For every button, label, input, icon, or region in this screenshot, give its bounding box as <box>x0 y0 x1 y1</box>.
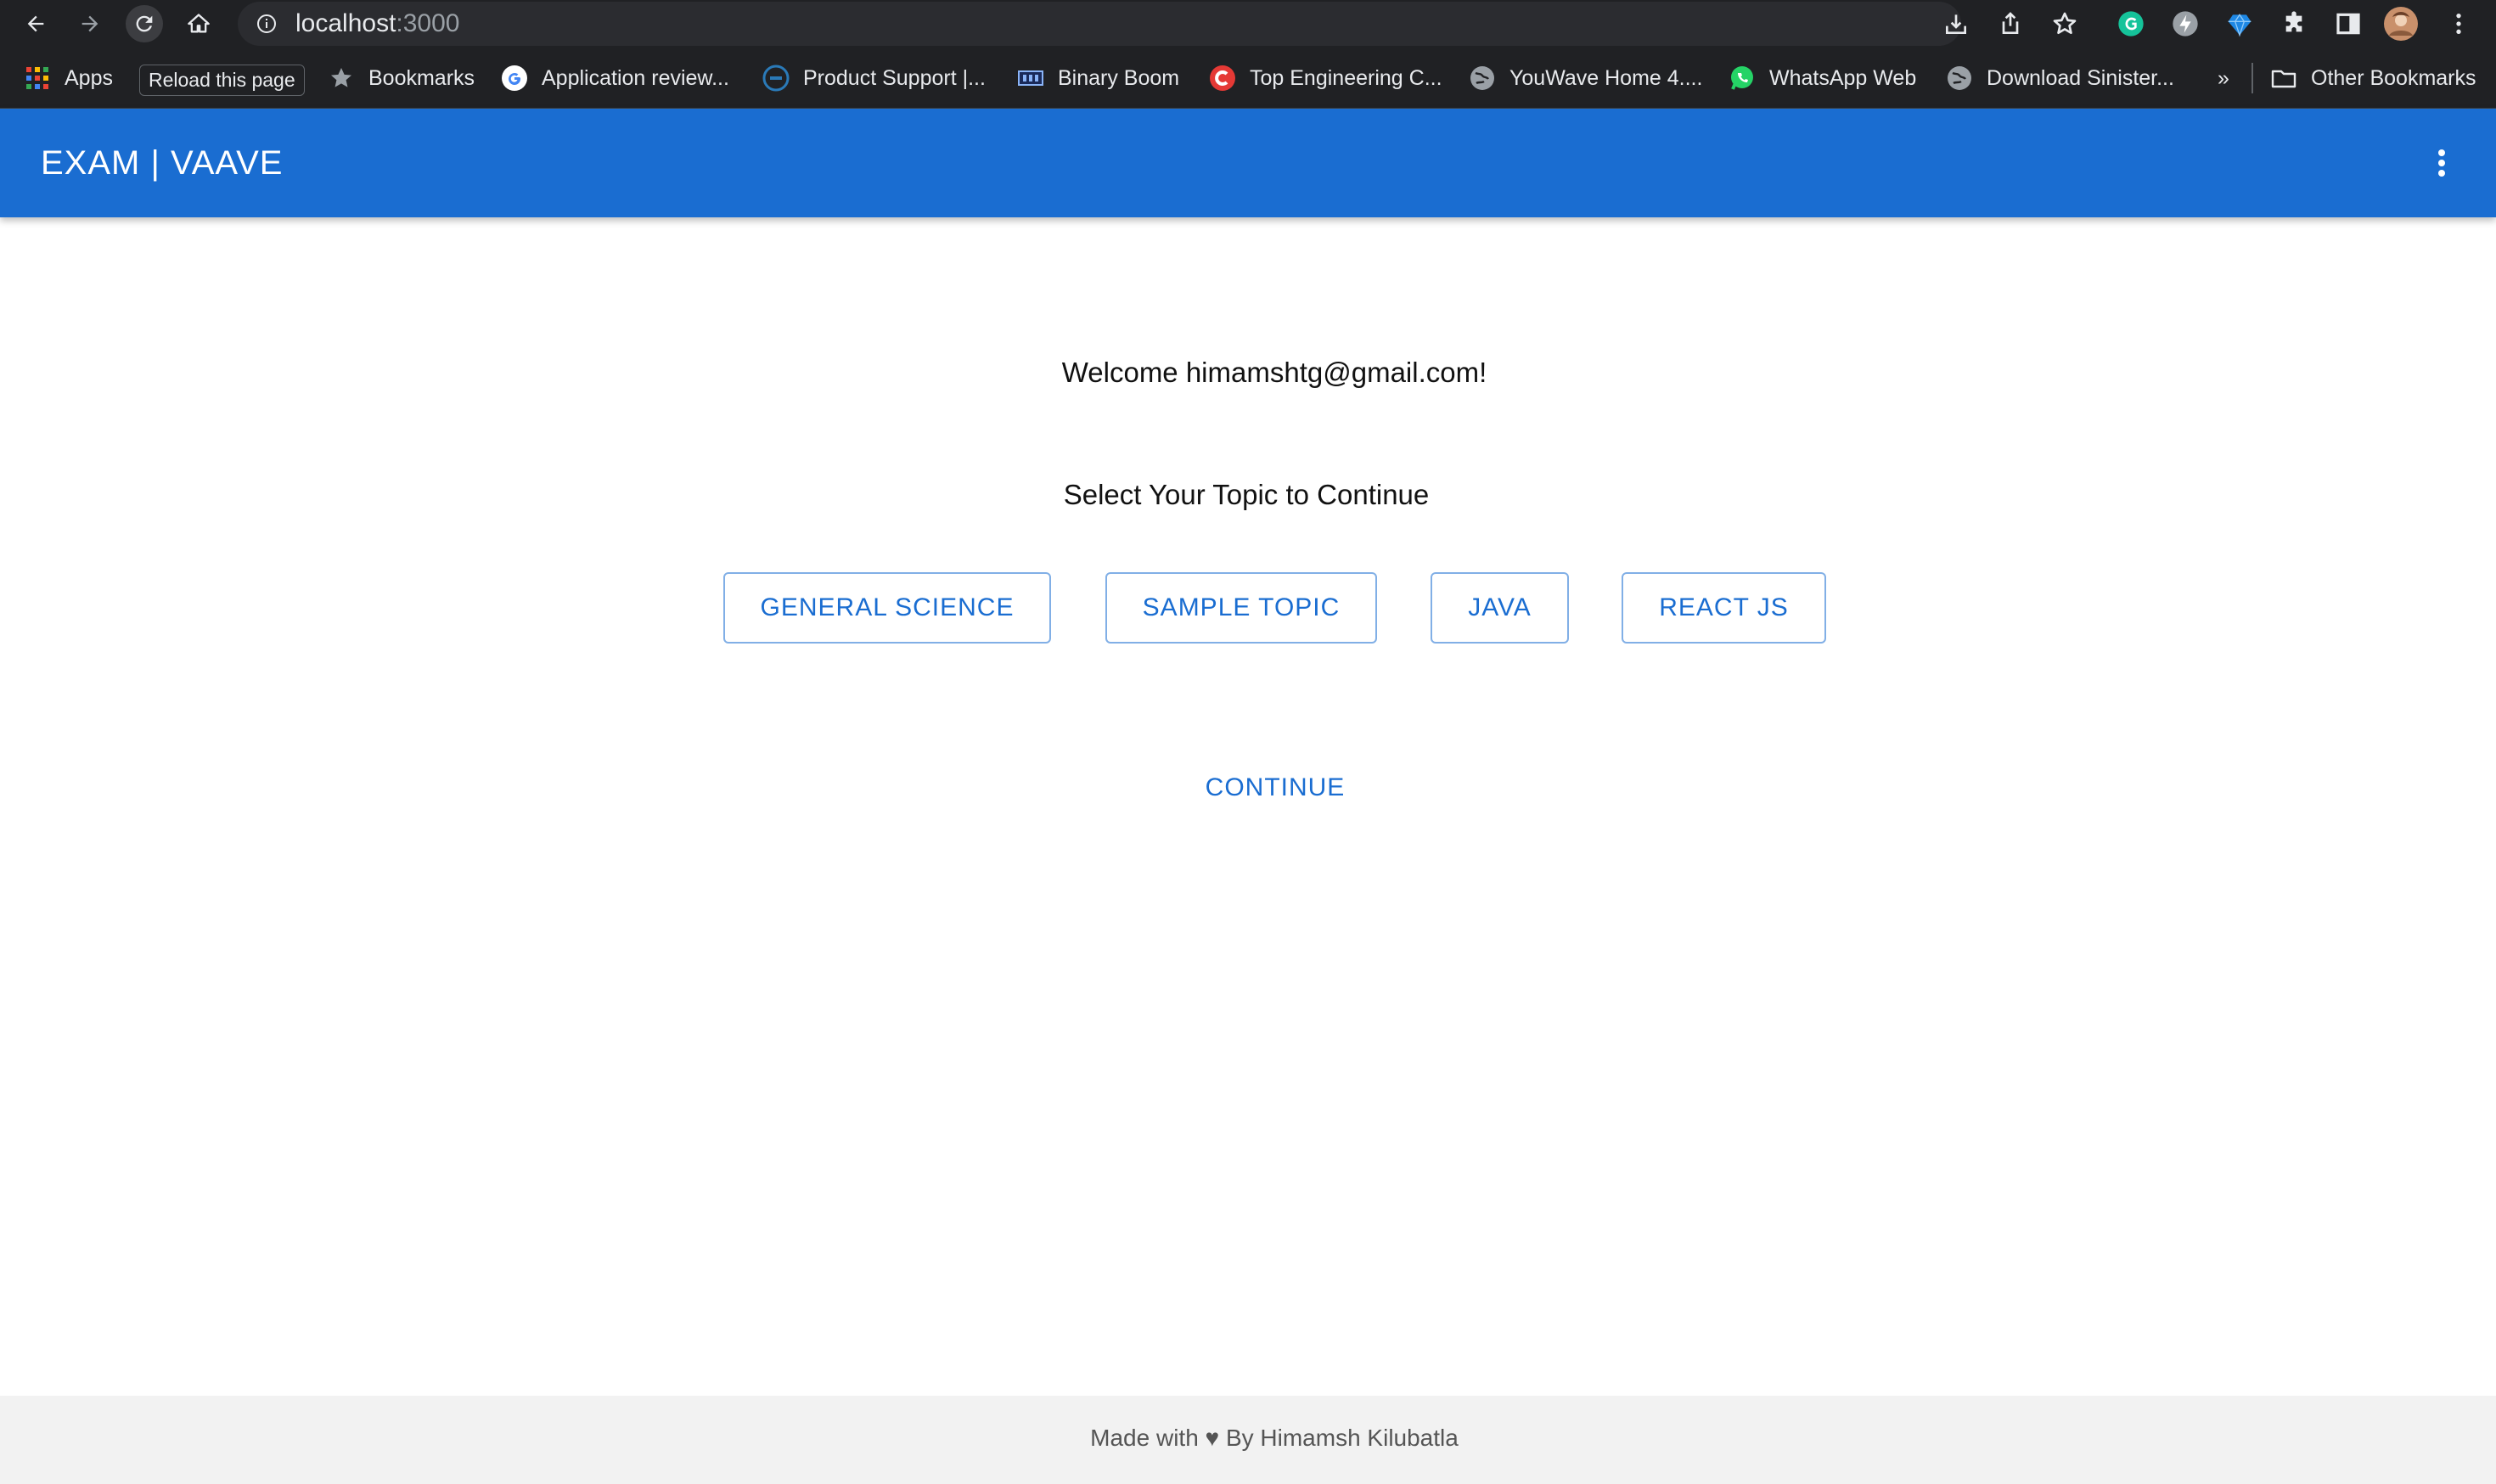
folder-icon <box>2271 70 2296 88</box>
bookmark-product-support-label: Product Support |... <box>803 65 986 90</box>
bookmark-binary-boom[interactable]: Binary Boom <box>1017 59 1179 97</box>
bolt-extension[interactable] <box>2168 7 2202 41</box>
diamond-extension[interactable] <box>2223 7 2257 41</box>
share-button[interactable] <box>1993 7 2027 41</box>
welcome-message: Welcome himamshtg@gmail.com! <box>1061 357 1487 388</box>
avatar <box>2384 7 2418 41</box>
bookmark-apps-label: Apps <box>65 65 113 90</box>
continue-button[interactable]: CONTINUE <box>1175 754 1375 822</box>
profile-button[interactable] <box>2384 7 2418 41</box>
overflow-chevron-icon: » <box>2218 65 2229 90</box>
bookmarks-divider <box>2251 63 2253 93</box>
url-port: :3000 <box>396 9 460 37</box>
home-icon <box>188 14 210 33</box>
diamond-extension-icon <box>2228 14 2251 37</box>
bookmark-whatsapp-label: WhatsApp Web <box>1769 65 1917 90</box>
bookmark-youwave[interactable]: YouWave Home 4.... <box>1469 59 1702 97</box>
back-arrow-icon <box>27 15 44 32</box>
forward-button[interactable] <box>71 5 109 42</box>
grammarly-icon <box>2118 11 2144 37</box>
share-icon <box>2002 12 2019 34</box>
whatsapp-icon <box>1731 66 1753 90</box>
bookmark-apps[interactable]: Apps <box>24 59 113 97</box>
home-button[interactable] <box>180 5 217 42</box>
app-title: EXAM | VAAVE <box>41 144 284 182</box>
back-button[interactable] <box>17 5 54 42</box>
bookmarks-bar: Apps Bookmarks Application review... Pro… <box>0 48 2496 109</box>
puzzle-icon <box>2285 11 2302 32</box>
bookmark-other-bookmarks[interactable]: Other Bookmarks <box>2270 59 2476 97</box>
bookmark-application-review[interactable]: Application review... <box>501 59 729 97</box>
bookmark-other-bookmarks-label: Other Bookmarks <box>2311 65 2476 90</box>
address-bar[interactable]: localhost:3000 <box>238 2 1961 46</box>
topic-button-sample-topic[interactable]: SAMPLE TOPIC <box>1105 572 1377 644</box>
topic-prompt: Select Your Topic to Continue <box>1063 479 1430 510</box>
red-c-logo-icon <box>1210 65 1235 91</box>
bookmark-binary-boom-label: Binary Boom <box>1058 65 1180 90</box>
browser-toolbar: localhost:3000 <box>0 0 2496 48</box>
star-icon <box>331 68 351 87</box>
bookmark-top-engineering[interactable]: Top Engineering C... <box>1209 59 1442 97</box>
grammarly-extension[interactable] <box>2114 7 2148 41</box>
side-panel-button[interactable] <box>2331 7 2365 41</box>
topic-button-general-science[interactable]: GENERAL SCIENCE <box>723 572 1051 644</box>
install-button[interactable] <box>1939 7 1973 41</box>
footer: Made with ♥ By Himamsh Kilubatla <box>0 1396 2496 1484</box>
dell-logo-icon <box>762 65 790 92</box>
side-panel-icon <box>2336 13 2360 35</box>
browser-menu-button[interactable] <box>2442 7 2476 41</box>
reload-icon <box>136 15 153 32</box>
reload-tooltip: Reload this page <box>139 65 305 96</box>
bolt-extension-icon <box>2173 11 2198 37</box>
app-header: EXAM | VAAVE <box>0 109 2496 217</box>
binary-boom-icon <box>1018 70 1043 86</box>
app-menu-button[interactable] <box>2421 143 2462 183</box>
vertical-dots-icon <box>2438 149 2445 177</box>
bookmark-bookmarks[interactable]: Bookmarks <box>328 59 475 97</box>
bookmark-download-sinister[interactable]: Download Sinister... <box>1946 59 2174 97</box>
forward-arrow-icon <box>82 15 98 32</box>
bookmark-application-review-label: Application review... <box>542 65 729 90</box>
reload-button[interactable] <box>126 5 163 42</box>
bookmark-whatsapp[interactable]: WhatsApp Web <box>1729 59 1916 97</box>
bookmark-star-button[interactable] <box>2048 7 2082 41</box>
bookmark-download-sinister-label: Download Sinister... <box>1987 65 2174 90</box>
info-icon[interactable] <box>256 14 277 34</box>
star-icon <box>2053 12 2077 34</box>
install-icon <box>1946 14 1966 34</box>
extensions-button[interactable] <box>2277 7 2311 41</box>
url-host: localhost <box>295 9 396 37</box>
topic-button-java[interactable]: JAVA <box>1431 572 1569 644</box>
bookmarks-overflow-button[interactable]: » <box>2218 59 2229 97</box>
globe-icon <box>1948 66 1971 90</box>
bookmark-bookmarks-label: Bookmarks <box>368 65 475 90</box>
apps-grid-icon <box>26 67 48 89</box>
footer-text: Made with ♥ By Himamsh Kilubatla <box>1090 1425 1459 1451</box>
topic-button-react-js[interactable]: REACT JS <box>1622 572 1826 644</box>
kebab-menu-icon <box>2456 14 2461 34</box>
globe-icon <box>1470 66 1494 90</box>
url-text: localhost:3000 <box>295 9 459 38</box>
bookmark-product-support[interactable]: Product Support |... <box>762 59 986 97</box>
bookmark-top-engineering-label: Top Engineering C... <box>1250 65 1442 90</box>
google-icon <box>502 65 527 91</box>
bookmark-youwave-label: YouWave Home 4.... <box>1509 65 1703 90</box>
